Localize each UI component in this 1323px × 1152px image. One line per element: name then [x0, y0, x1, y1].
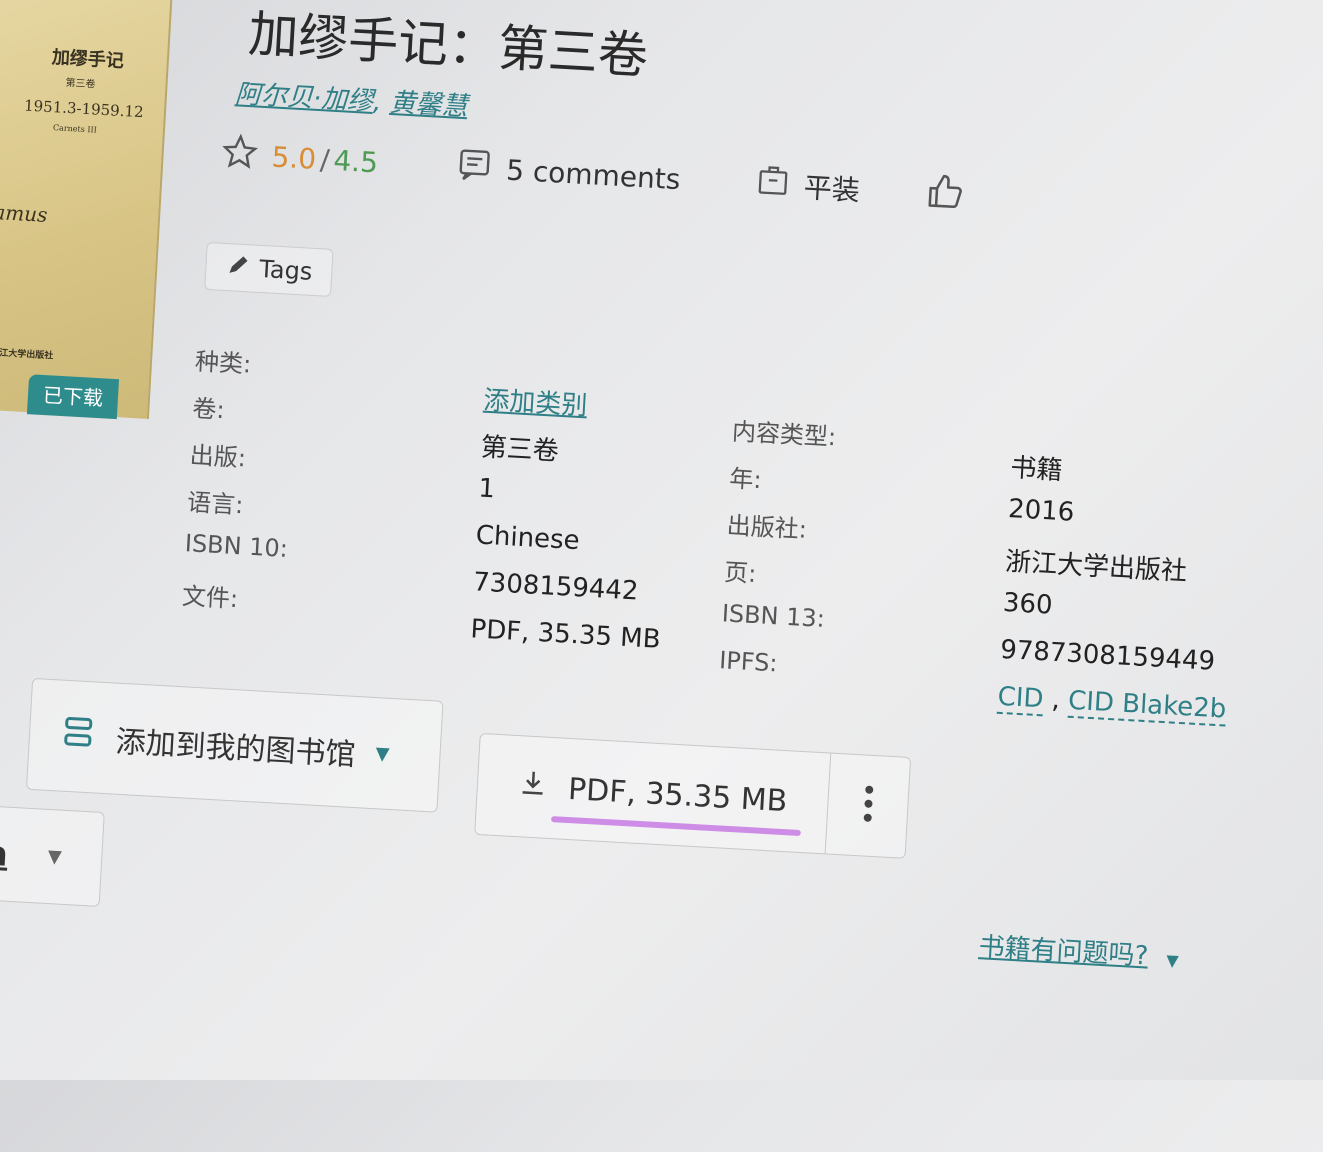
label-file: 文件: [181, 576, 239, 614]
report-problem-label: 书籍有问题吗? [978, 932, 1149, 971]
author-link[interactable]: 黄馨慧 [389, 88, 469, 122]
more-options-button[interactable] [827, 782, 908, 830]
book-page: 加缪手记 第三卷 1951.3-1959.12 Carnets III Camu… [0, 0, 1321, 1152]
add-to-library-label: 添加到我的图书馆 [115, 717, 357, 774]
star-icon[interactable] [221, 133, 259, 178]
label-content-type: 内容类型: [731, 412, 837, 453]
label-ipfs: IPFS: [718, 646, 778, 677]
comments-count: 5 comments [505, 154, 681, 197]
author-separator: , [372, 87, 382, 117]
cover-dates: 1951.3-1959.12 [24, 97, 144, 122]
ipfs-separator: , [1051, 685, 1061, 715]
rating-value-a: 5.0 [271, 140, 317, 175]
rating[interactable]: 5.0 / 4.5 [221, 133, 380, 185]
format-label: 平装 [803, 166, 861, 209]
book-format-icon [755, 163, 791, 206]
value-isbn13: 9787308159449 [999, 635, 1215, 677]
report-problem-link[interactable]: 书籍有问题吗? ▼ [978, 926, 1180, 974]
cover-subtitle: Carnets III [53, 123, 97, 134]
comments-link[interactable]: 5 comments [455, 146, 681, 201]
value-language: Chinese [475, 520, 580, 556]
value-content-type: 书籍 [1010, 447, 1064, 487]
cover-title: 加缪手记 [51, 43, 124, 73]
book-title: 加缪手记：第三卷 [247, 0, 650, 88]
download-label: PDF, 35.35 MB [567, 771, 788, 818]
chevron-down-icon: ▼ [375, 743, 390, 765]
thumbs-up-icon [924, 172, 964, 219]
author-link[interactable]: 阿尔贝·加缪 [234, 79, 374, 117]
pencil-icon [224, 251, 252, 284]
label-edition: 出版: [189, 435, 247, 473]
add-category-link[interactable]: 添加类别 [482, 380, 588, 423]
value-ipfs: CID , CID Blake2b [997, 682, 1227, 725]
label-pages: 页: [723, 552, 757, 589]
value-publisher: 浙江大学出版社 [1004, 541, 1188, 588]
value-isbn10: 7308159442 [472, 567, 639, 606]
format-info: 平装 [755, 163, 861, 210]
label-category: 种类: [194, 341, 252, 379]
download-button-group: PDF, 35.35 MB [474, 733, 911, 859]
rating-separator: / [319, 143, 330, 176]
pen-highlight-mark [551, 816, 801, 836]
value-edition: 1 [478, 473, 496, 504]
add-to-library-button[interactable]: 添加到我的图书馆 ▼ [26, 678, 444, 813]
label-publisher: 出版社: [726, 505, 808, 544]
meta-row: 5.0 / 4.5 5 comments 平装 [220, 133, 982, 225]
tags-button[interactable]: Tags [204, 242, 333, 297]
label-language: 语言: [186, 482, 244, 520]
ipfs-cid-blake2b-link[interactable]: CID Blake2b [1067, 686, 1227, 727]
rating-value-b: 4.5 [333, 144, 379, 179]
download-button[interactable]: PDF, 35.35 MB [475, 734, 831, 853]
cover-volume: 第三卷 [65, 74, 96, 91]
chevron-down-icon: ▼ [1166, 951, 1179, 971]
value-pages: 360 [1002, 588, 1053, 621]
label-isbn10: ISBN 10: [184, 529, 288, 563]
tags-label: Tags [259, 255, 314, 286]
book-cover[interactable]: 加缪手记 第三卷 1951.3-1959.12 Carnets III Camu… [0, 0, 174, 419]
comment-icon [455, 146, 493, 191]
cover-signature: Camus [0, 199, 48, 227]
amazon-button[interactable]: 3 a ▼ [0, 802, 105, 907]
more-vertical-icon [861, 783, 875, 828]
download-icon [517, 767, 549, 807]
cover-publisher-mark: 浙江大学出版社 [0, 345, 54, 361]
amazon-icon: a [0, 833, 9, 874]
value-year: 2016 [1007, 494, 1075, 528]
value-file: PDF, 35.35 MB [470, 614, 662, 655]
label-year: 年: [729, 458, 763, 495]
downloaded-badge: 已下载 [27, 374, 119, 419]
ipfs-cid-link[interactable]: CID [997, 682, 1045, 717]
value-volume: 第三卷 [480, 427, 560, 468]
like-button[interactable] [924, 172, 964, 219]
chevron-down-icon: ▼ [47, 846, 62, 868]
library-icon [59, 714, 97, 760]
label-volume: 卷: [192, 388, 226, 425]
authors: 阿尔贝·加缪, 黄馨慧 [234, 73, 469, 123]
label-isbn13: ISBN 13: [721, 599, 825, 633]
